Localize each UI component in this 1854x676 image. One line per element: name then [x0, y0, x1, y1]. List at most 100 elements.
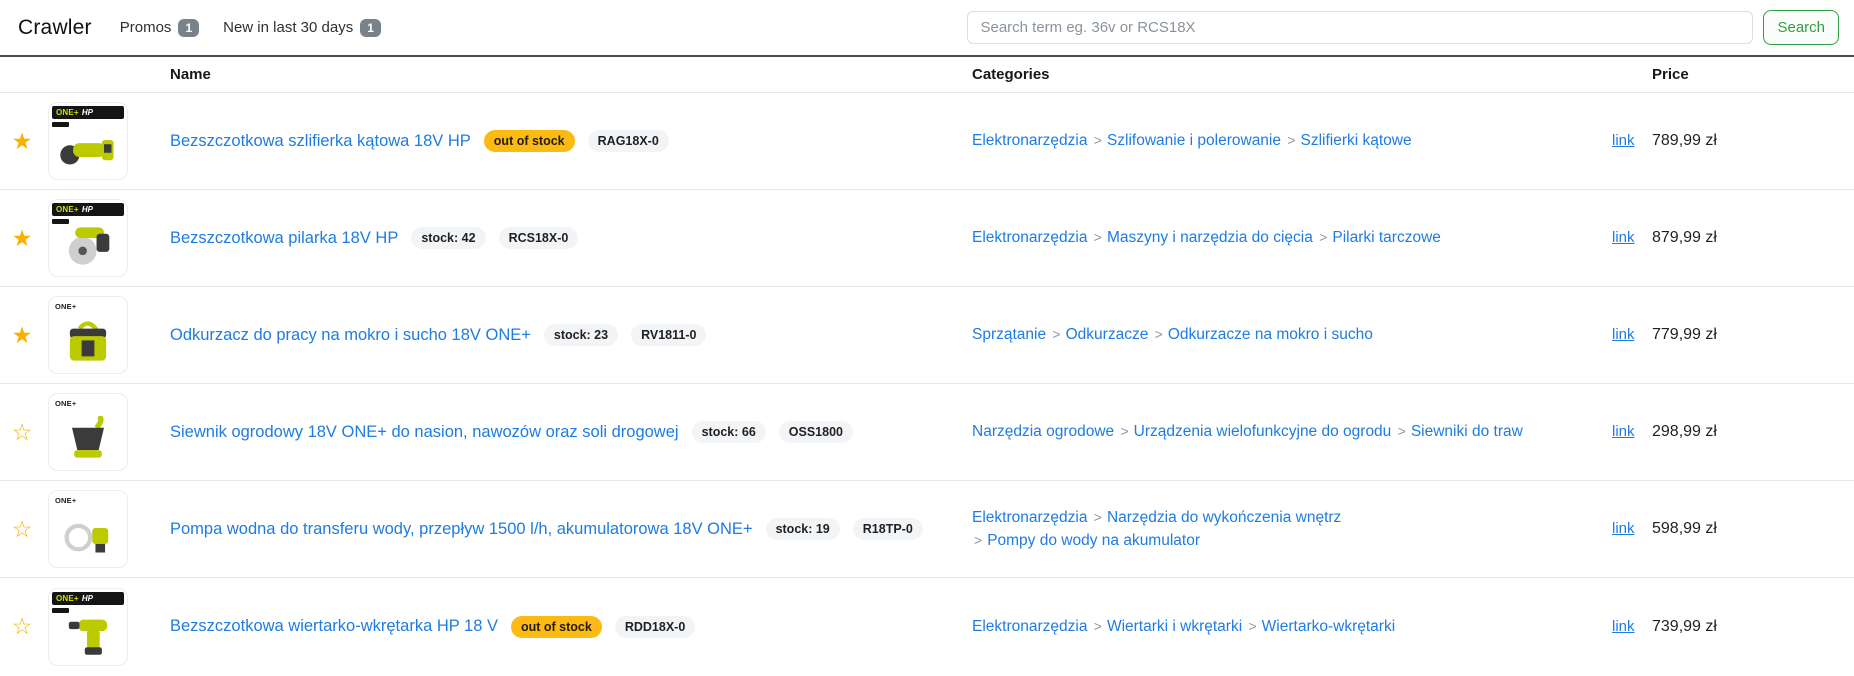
- category-link[interactable]: Odkurzacze na mokro i sucho: [1168, 326, 1373, 343]
- category-link[interactable]: Narzędzia do wykończenia wnętrz: [1107, 509, 1341, 526]
- breadcrumb-separator-icon: >: [1398, 423, 1406, 439]
- sku-badge: RCS18X-0: [499, 227, 579, 249]
- category-breadcrumb: Elektronarzędzia >Wiertarki i wkrętarki …: [972, 615, 1395, 638]
- banner-one-label: ONE+: [56, 594, 79, 603]
- product-name-link[interactable]: Odkurzacz do pracy na mokro i sucho 18V …: [170, 326, 531, 345]
- product-image-art: [56, 416, 120, 468]
- product-link[interactable]: link: [1612, 229, 1635, 246]
- banner-one-label: ONE+: [56, 205, 79, 214]
- category-link[interactable]: Elektronarzędzia: [972, 509, 1087, 526]
- crawler-app: Crawler Promos 1 New in last 30 days 1 S…: [0, 0, 1854, 676]
- column-header-name: Name: [140, 66, 972, 83]
- categories-cell: Narzędzia ogrodowe > Urządzenia wielofunk…: [972, 420, 1608, 443]
- image-cell: ONE+ HP: [44, 199, 140, 277]
- products-table: Name Categories Price ★ ONE+ HP Bezszczo…: [0, 55, 1854, 675]
- product-image-art: [56, 125, 120, 177]
- category-breadcrumb: Elektronarzędzia > Narzędzia do wykończen…: [972, 506, 1402, 553]
- product-link[interactable]: link: [1612, 423, 1635, 440]
- star-cell: ★: [0, 227, 44, 250]
- breadcrumb-separator-icon: >: [1120, 423, 1128, 439]
- nav-new-in-last-30-days[interactable]: New in last 30 days 1: [223, 19, 381, 37]
- category-link[interactable]: Szlifowanie i polerowanie: [1107, 132, 1281, 149]
- category-link[interactable]: Urządzenia wielofunkcyjne do ogrodu: [1134, 423, 1392, 440]
- category-link[interactable]: Elektronarzędzia: [972, 229, 1087, 246]
- crumb-group: >Szlifierki kątowe: [1285, 132, 1411, 149]
- product-image-banner: ONE+ HP: [52, 106, 124, 119]
- stock-badge: stock: 23: [544, 324, 618, 346]
- product-price: 789,99 zł: [1652, 132, 1854, 150]
- search-input[interactable]: [967, 11, 1753, 44]
- breadcrumb-separator-icon: >: [974, 532, 982, 548]
- breadcrumb-separator-icon: >: [1155, 326, 1163, 342]
- category-link[interactable]: Szlifierki kątowe: [1301, 132, 1412, 149]
- product-link[interactable]: link: [1612, 326, 1635, 343]
- star-cell: ☆: [0, 421, 44, 444]
- product-name-link[interactable]: Pompa wodna do transferu wody, przepływ …: [170, 520, 753, 539]
- product-name-link[interactable]: Siewnik ogrodowy 18V ONE+ do nasion, naw…: [170, 423, 679, 442]
- link-cell: link: [1608, 423, 1652, 441]
- product-link[interactable]: link: [1612, 618, 1635, 635]
- category-link[interactable]: Sprzątanie: [972, 326, 1046, 343]
- product-image-corner-label: ONE+: [55, 302, 76, 311]
- link-cell: link: [1608, 326, 1652, 344]
- stock-badge: stock: 19: [766, 518, 840, 540]
- breadcrumb-separator-icon: >: [1094, 618, 1102, 634]
- product-price: 879,99 zł: [1652, 229, 1854, 247]
- image-cell: ONE+: [44, 490, 140, 568]
- favorite-star-icon[interactable]: ☆: [12, 421, 33, 444]
- category-breadcrumb: Sprzątanie >Odkurzacze >Odkurzacze na mo…: [972, 323, 1373, 346]
- category-breadcrumb: Narzędzia ogrodowe > Urządzenia wielofunk…: [972, 420, 1523, 443]
- categories-cell: Elektronarzędzia >Wiertarki i wkrętarki …: [972, 615, 1608, 638]
- category-link[interactable]: Pilarki tarczowe: [1332, 229, 1441, 246]
- favorite-star-icon[interactable]: ★: [12, 130, 33, 153]
- product-name-link[interactable]: Bezszczotkowa wiertarko-wkrętarka HP 18 …: [170, 617, 498, 636]
- category-link[interactable]: Wiertarki i wkrętarki: [1107, 618, 1242, 635]
- stock-badge: out of stock: [484, 130, 575, 152]
- nav-promos[interactable]: Promos 1: [120, 19, 199, 37]
- category-link[interactable]: Odkurzacze: [1066, 326, 1149, 343]
- banner-hp-label: HP: [82, 205, 93, 214]
- product-price: 779,99 zł: [1652, 326, 1854, 344]
- category-link[interactable]: Wiertarko-wkrętarki: [1262, 618, 1395, 635]
- star-cell: ☆: [0, 518, 44, 541]
- crumb-group: > Siewniki do traw: [1396, 423, 1523, 440]
- product-image-banner: ONE+ HP: [52, 203, 124, 216]
- banner-hp-label: HP: [82, 594, 93, 603]
- topbar: Crawler Promos 1 New in last 30 days 1 S…: [0, 0, 1854, 55]
- category-breadcrumb: Elektronarzędzia >Szlifowanie i polerowa…: [972, 129, 1412, 152]
- product-name-link[interactable]: Bezszczotkowa pilarka 18V HP: [170, 229, 398, 248]
- image-cell: ONE+ HP: [44, 102, 140, 180]
- sku-badge: RAG18X-0: [588, 130, 669, 152]
- category-link[interactable]: Pompy do wody na akumulator: [987, 532, 1200, 549]
- sku-badge: RV1811-0: [631, 324, 706, 346]
- product-name-link[interactable]: Bezszczotkowa szlifierka kątowa 18V HP: [170, 132, 471, 151]
- search-button[interactable]: Search: [1763, 10, 1839, 45]
- favorite-star-icon[interactable]: ☆: [12, 615, 33, 638]
- category-link[interactable]: Siewniki do traw: [1411, 423, 1523, 440]
- favorite-star-icon[interactable]: ★: [12, 324, 33, 347]
- favorite-star-icon[interactable]: ☆: [12, 518, 33, 541]
- favorite-star-icon[interactable]: ★: [12, 227, 33, 250]
- category-link[interactable]: Maszyny i narzędzia do cięcia: [1107, 229, 1313, 246]
- crumb-group: Narzędzia ogrodowe: [972, 423, 1114, 440]
- crumb-group: > Pompy do wody na akumulator: [972, 532, 1200, 549]
- product-image-angle-grinder: ONE+ HP: [48, 102, 128, 180]
- column-header-categories: Categories: [972, 66, 1608, 83]
- table-row: ★ ONE+ HP Bezszczotkowa pilarka 18V HP s…: [0, 190, 1854, 287]
- crumb-group: >Szlifowanie i polerowanie: [1092, 132, 1281, 149]
- product-image-banner: ONE+ HP: [52, 592, 124, 605]
- image-cell: ONE+: [44, 296, 140, 374]
- image-cell: ONE+: [44, 393, 140, 471]
- stock-badge: stock: 42: [411, 227, 485, 249]
- product-link[interactable]: link: [1612, 520, 1635, 537]
- product-link[interactable]: link: [1612, 132, 1635, 149]
- column-header-price: Price: [1652, 66, 1854, 83]
- category-link[interactable]: Narzędzia ogrodowe: [972, 423, 1114, 440]
- product-image-art: [56, 513, 120, 565]
- crumb-group: >Maszyny i narzędzia do cięcia: [1092, 229, 1313, 246]
- product-image-pump: ONE+: [48, 490, 128, 568]
- crumb-group: >Wiertarko-wkrętarki: [1246, 618, 1395, 635]
- category-link[interactable]: Elektronarzędzia: [972, 618, 1087, 635]
- table-header-row: Name Categories Price: [0, 55, 1854, 93]
- category-link[interactable]: Elektronarzędzia: [972, 132, 1087, 149]
